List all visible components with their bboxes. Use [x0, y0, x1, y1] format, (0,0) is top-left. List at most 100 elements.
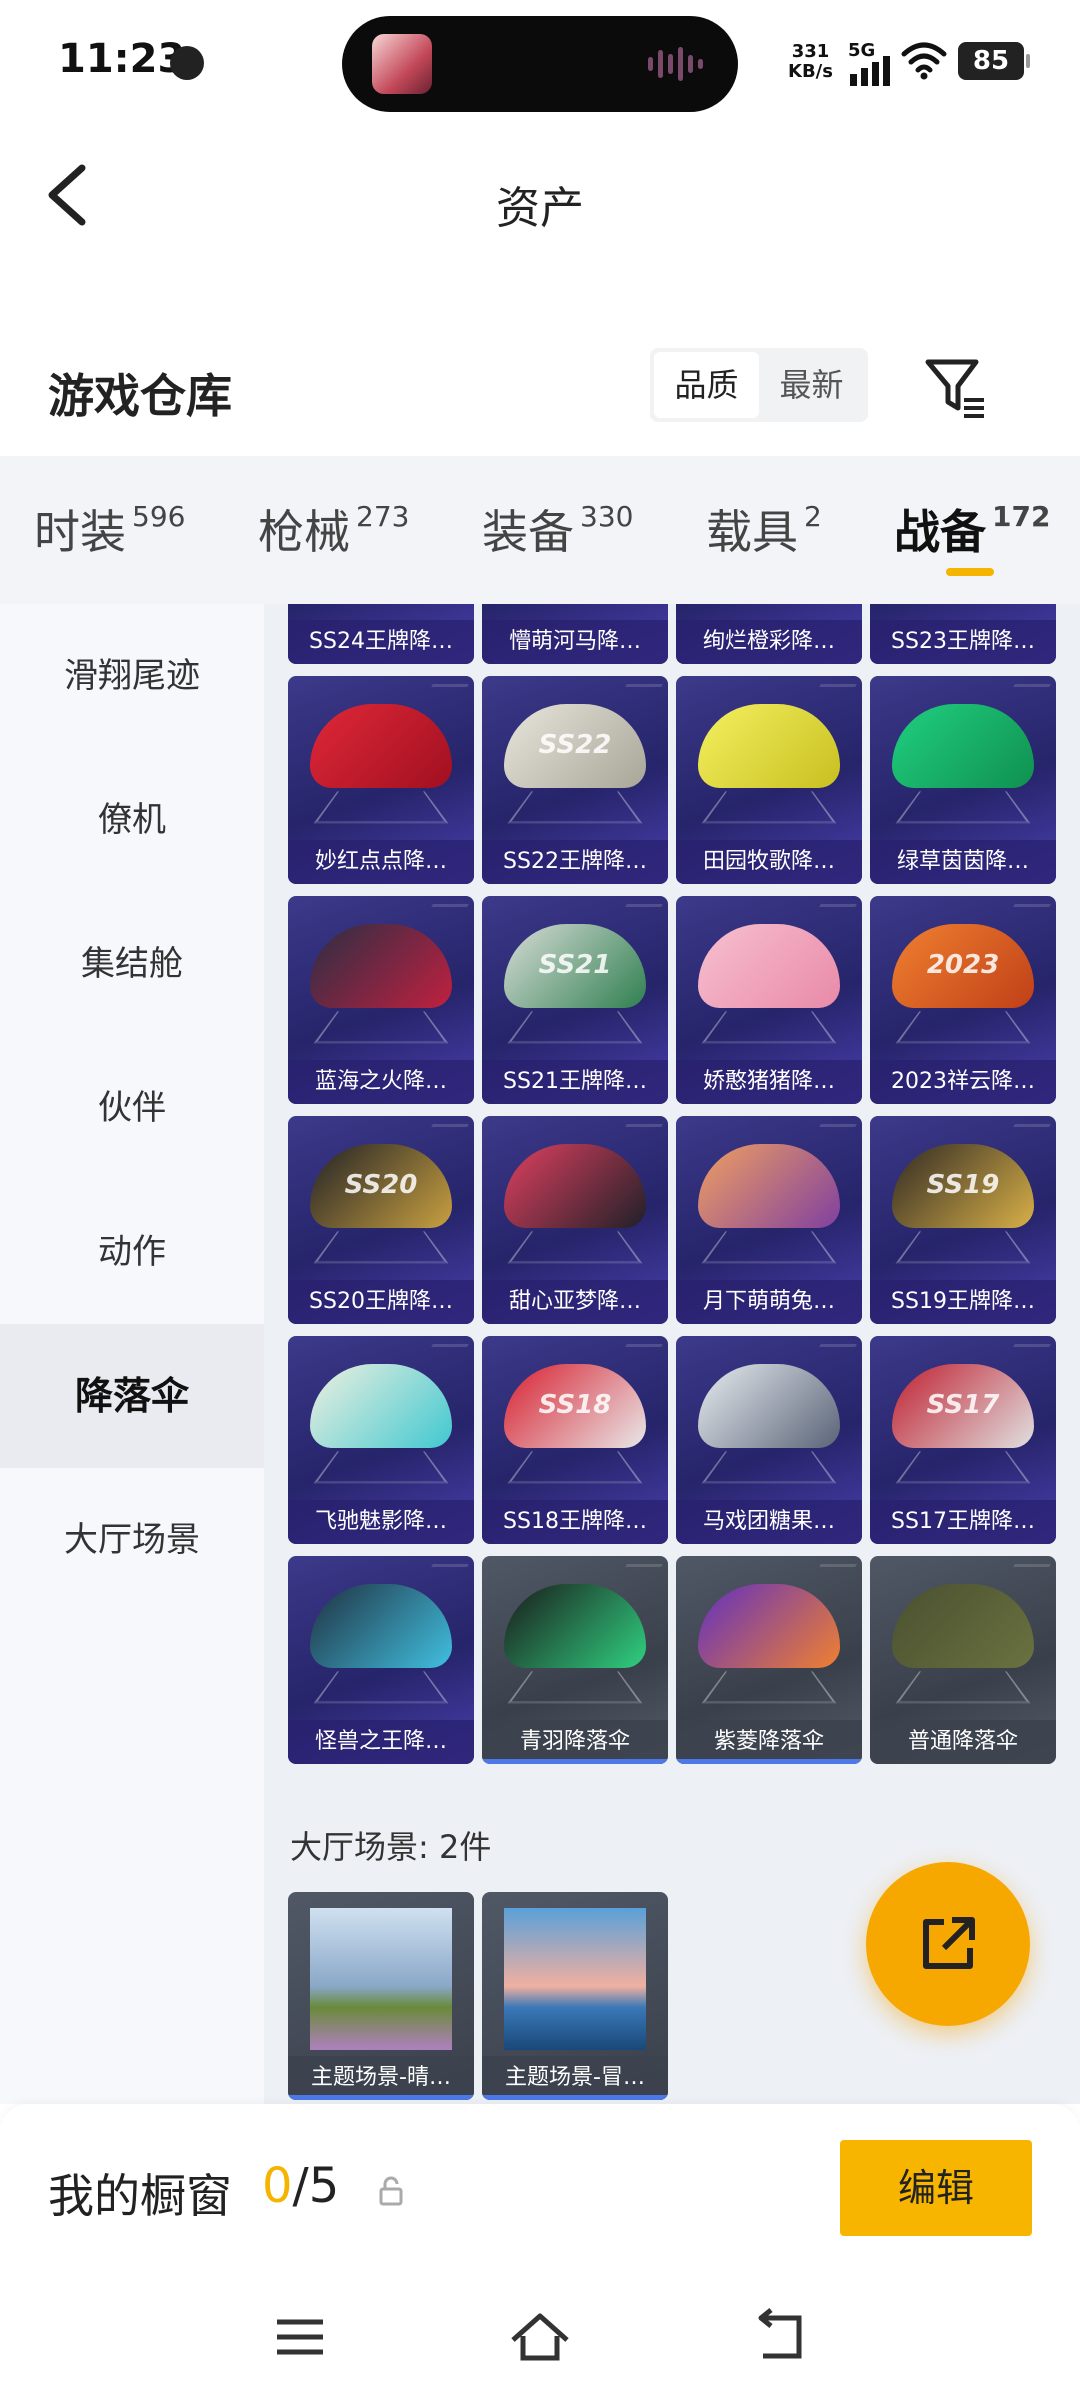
parachute-card[interactable]: 飞驰魅影降… — [288, 1336, 474, 1544]
parachute-canopy-image — [698, 1144, 840, 1228]
parachute-name: 绚烂橙彩降… — [676, 620, 862, 664]
parachute-card[interactable]: SS20 SS20王牌降… — [288, 1116, 474, 1324]
parachute-card[interactable]: 蓝海之火降… — [288, 896, 474, 1104]
card-decoration — [815, 904, 857, 914]
lobby-scene-card[interactable]: 主题场景-晴… — [288, 1892, 474, 2100]
card-decoration — [621, 1344, 663, 1354]
sidebar-item-lobby-scene[interactable]: 大厅场景 — [0, 1468, 264, 1612]
tab-weapons[interactable]: 枪械 273 — [258, 496, 409, 562]
parachute-card[interactable]: SS24王牌降… — [288, 604, 474, 664]
card-decoration — [1009, 684, 1051, 694]
card-decoration — [427, 1124, 469, 1134]
parachute-canopy-image — [892, 1584, 1034, 1668]
home-icon[interactable] — [505, 2302, 575, 2372]
parachute-cords — [701, 1671, 837, 1704]
menu-icon[interactable] — [265, 2302, 335, 2372]
sidebar-item-glide-trail[interactable]: 滑翔尾迹 — [0, 604, 264, 748]
sort-by-newest[interactable]: 最新 — [759, 352, 864, 418]
scene-name: 主题场景-晴… — [288, 2056, 474, 2100]
sidebar-item-assembly-pod[interactable]: 集结舱 — [0, 892, 264, 1036]
parachute-card[interactable]: SS19 SS19王牌降… — [870, 1116, 1056, 1324]
showcase-count: 0/5 — [262, 2158, 340, 2214]
parachute-card[interactable]: 马戏团糖果… — [676, 1336, 862, 1544]
sidebar-item-emote[interactable]: 动作 — [0, 1180, 264, 1324]
tab-fashion[interactable]: 时装 596 — [34, 496, 185, 562]
sidebar-item-wingman[interactable]: 僚机 — [0, 748, 264, 892]
parachute-card[interactable]: SS21 SS21王牌降… — [482, 896, 668, 1104]
parachute-cords — [701, 791, 837, 824]
parachute-canopy-image — [504, 1144, 646, 1228]
parachute-cords — [701, 1231, 837, 1264]
parachute-card[interactable]: SS17 SS17王牌降… — [870, 1336, 1056, 1544]
parachute-cords — [507, 1011, 643, 1044]
parachute-cords — [701, 1451, 837, 1484]
parachute-canopy-image — [698, 924, 840, 1008]
scene-thumbnail-image — [504, 1908, 646, 2050]
parachute-card[interactable]: 娇憨猪猪降… — [676, 896, 862, 1104]
share-button[interactable] — [866, 1862, 1030, 2026]
canopy-print: 2023 — [926, 950, 1000, 980]
parachute-name: 青羽降落伞 — [482, 1720, 668, 1764]
parachute-name: 绿草茵茵降… — [870, 840, 1056, 884]
parachute-name: 甜心亚梦降… — [482, 1280, 668, 1324]
lobby-scene-card[interactable]: 主题场景-冒… — [482, 1892, 668, 2100]
card-decoration — [427, 904, 469, 914]
status-bar: 11:23 331 KB/s 5G 85 — [0, 0, 1080, 130]
canopy-print: SS18 — [538, 1390, 612, 1420]
card-decoration — [1009, 1564, 1051, 1574]
parachute-card[interactable]: 紫菱降落伞 — [676, 1556, 862, 1764]
rarity-bar — [288, 2095, 474, 2100]
dynamic-island[interactable] — [342, 16, 738, 112]
parachute-cords — [507, 791, 643, 824]
parachute-card[interactable]: 田园牧歌降… — [676, 676, 862, 884]
canopy-print: SS19 — [926, 1170, 1000, 1200]
parachute-name: 蓝海之火降… — [288, 1060, 474, 1104]
parachute-canopy-image: SS22 — [504, 704, 646, 788]
parachute-cords — [313, 1011, 449, 1044]
clock: 11:23 — [58, 36, 186, 82]
parachute-name: SS24王牌降… — [288, 620, 474, 664]
parachute-canopy-image — [892, 704, 1034, 788]
parachute-cords — [507, 1451, 643, 1484]
parachute-cords — [895, 1011, 1031, 1044]
parachute-card[interactable]: 月下萌萌兔… — [676, 1116, 862, 1324]
back-icon[interactable] — [745, 2302, 815, 2372]
parachute-cords — [507, 1231, 643, 1264]
page-title: 资产 — [496, 183, 584, 234]
parachute-card[interactable]: 青羽降落伞 — [482, 1556, 668, 1764]
card-decoration — [815, 1124, 857, 1134]
tab-vehicles[interactable]: 载具 2 — [706, 496, 822, 562]
parachute-card[interactable]: SS22 SS22王牌降… — [482, 676, 668, 884]
sidebar-item-parachute[interactable]: 降落伞 — [0, 1324, 264, 1468]
card-decoration — [427, 684, 469, 694]
parachute-card[interactable]: 懵萌河马降… — [482, 604, 668, 664]
parachute-card[interactable]: 怪兽之王降… — [288, 1556, 474, 1764]
parachute-card[interactable]: 绚烂橙彩降… — [676, 604, 862, 664]
parachute-cords — [507, 1671, 643, 1704]
parachute-card[interactable]: SS23王牌降… — [870, 604, 1056, 664]
parachute-card[interactable]: SS18 SS18王牌降… — [482, 1336, 668, 1544]
parachute-card[interactable]: 普通降落伞 — [870, 1556, 1056, 1764]
network-speed: 331 KB/s — [788, 41, 833, 82]
rarity-bar — [482, 2095, 668, 2100]
card-decoration — [815, 1344, 857, 1354]
parachute-cords — [701, 1011, 837, 1044]
parachute-cords — [895, 1231, 1031, 1264]
sidebar-item-companion[interactable]: 伙伴 — [0, 1036, 264, 1180]
parachute-cords — [895, 791, 1031, 824]
tab-equipment[interactable]: 装备 330 — [482, 496, 633, 562]
parachute-name: SS20王牌降… — [288, 1280, 474, 1324]
sort-by-quality[interactable]: 品质 — [654, 352, 759, 418]
parachute-card[interactable]: 甜心亚梦降… — [482, 1116, 668, 1324]
parachute-card[interactable]: 2023 2023祥云降… — [870, 896, 1056, 1104]
card-decoration — [815, 1564, 857, 1574]
filter-icon[interactable] — [920, 352, 990, 422]
card-decoration — [427, 1344, 469, 1354]
parachute-card[interactable]: 绿草茵茵降… — [870, 676, 1056, 884]
tab-battle-gear[interactable]: 战备 172 — [894, 496, 1050, 562]
edit-button[interactable]: 编辑 — [840, 2140, 1032, 2236]
card-decoration — [621, 1564, 663, 1574]
parachute-card[interactable]: 妙红点点降… — [288, 676, 474, 884]
parachute-canopy-image — [698, 1364, 840, 1448]
card-decoration — [1009, 904, 1051, 914]
